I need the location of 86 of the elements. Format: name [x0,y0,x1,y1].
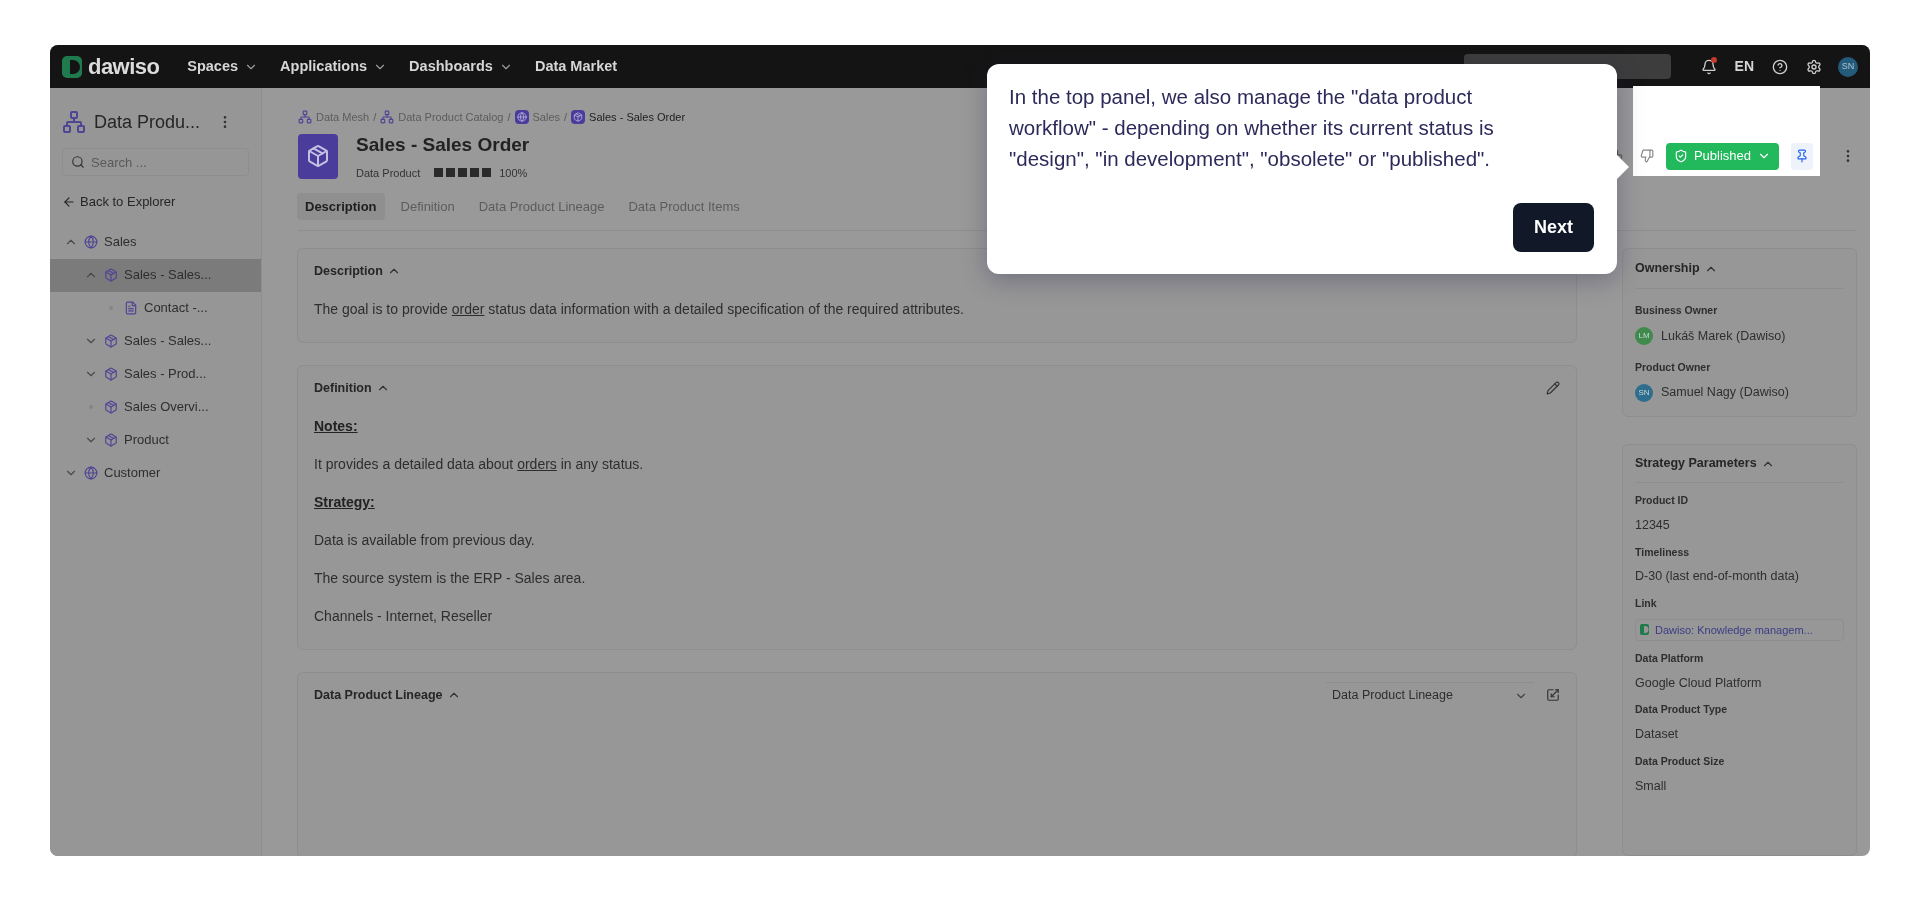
shield-check-icon [1673,149,1688,163]
breadcrumb-item[interactable]: Data Mesh [316,108,370,126]
paragraph-text: Data is available from previous day. [314,531,536,550]
section-heading: Notes: [314,417,359,436]
network-icon [298,110,312,124]
logo-text: dawiso [88,53,160,81]
status-button[interactable]: Published [1665,142,1779,170]
breadcrumb-separator: / [507,109,511,125]
pin-button[interactable] [1791,142,1813,170]
quality-meter [434,168,492,178]
link-text[interactable]: order [451,301,485,317]
field-value: Google Cloud Platform [1635,674,1763,692]
field-label: Product ID [1635,493,1690,508]
section-title: Data Product Lineage [314,686,443,704]
link-chip[interactable]: Dawiso: Knowledge managem... [1635,618,1844,641]
user-avatar[interactable]: SN [1838,56,1858,77]
help-icon[interactable] [1772,58,1788,75]
pin-icon [1795,149,1809,163]
field-label: Data Platform [1635,650,1705,666]
thumbs-down-icon[interactable] [1639,149,1654,163]
nav-menu[interactable]: Data Market [534,55,618,78]
package-icon [104,433,118,447]
nav-menu[interactable]: Applications [280,55,388,78]
paragraph-text: It provides a detailed data about orders in any status. [314,455,645,474]
field-label: Timeliness [1635,544,1691,560]
network-icon [62,110,86,134]
link-text[interactable]: orders [517,456,557,472]
logo-icon [1640,624,1649,636]
settings-icon[interactable] [1806,58,1822,75]
field-label: Business Owner [1635,303,1719,318]
globe-icon [84,466,98,480]
nav-menu[interactable]: Dashboards [409,55,513,78]
next-button[interactable]: Next [1513,203,1594,252]
owner-name: Samuel Nagy (Dawiso) [1661,384,1789,402]
breadcrumb-item[interactable]: Data Product Catalog [398,108,504,126]
package-icon [104,334,118,348]
quality-reading: 100% [499,165,528,181]
tab[interactable]: Definition [392,193,463,220]
view-select[interactable]: Data Product Lineage [1326,681,1534,709]
section-title: Description [314,262,383,280]
search-icon [71,155,85,169]
card-title: Ownership [1635,260,1700,278]
search-field[interactable]: Search ... [62,148,249,176]
edit-icon[interactable] [1546,381,1560,395]
paragraph-text: Channels - Internet, Reseller [314,607,494,626]
card-title: Strategy Parameters [1635,455,1757,473]
owner-avatar: LM [1635,327,1653,346]
breadcrumb-separator: / [564,109,568,125]
owner-name: Lukáš Marek (Dawiso) [1661,327,1786,345]
package-icon [104,400,118,414]
logo-icon [62,55,82,78]
paragraph-text: The goal is to provide order status data information with a detailed specification of the required attributes. [314,300,965,319]
field-label: Data Product Size [1635,753,1726,769]
breadcrumb-separator: / [373,109,377,125]
type-label: Data Product [356,165,421,181]
field-label: Link [1635,596,1658,611]
tab[interactable]: Data Product Items [620,193,748,220]
back-link[interactable]: Back to Explorer [50,192,261,212]
field-label: Product Owner [1635,359,1712,375]
sidebar-title: Data Produ... [94,110,201,134]
expand-icon[interactable] [1546,688,1560,702]
tab[interactable]: Data Product Lineage [470,193,613,220]
breadcrumb-item[interactable]: Sales [532,108,561,126]
language-selector[interactable]: EN [1734,56,1754,77]
globe-icon [84,235,98,249]
nav-menu[interactable]: Spaces [187,55,259,78]
section-title: Definition [314,379,372,397]
field-value: D-30 (last end-of-month data) [1635,568,1800,586]
field-value: Dataset [1635,726,1680,743]
section-heading: Strategy: [314,493,376,512]
tab[interactable]: Description [297,193,385,220]
bell-icon[interactable] [1700,58,1717,75]
field-value: 12345 [1635,516,1671,534]
package-icon [104,367,118,381]
page-title: Sales - Sales Order [356,133,530,157]
breadcrumb-item[interactable]: Sales - Sales Order [589,108,686,126]
owner-avatar: SN [1635,383,1653,402]
tooltip-text: In the top panel, we also manage the "data product workflow" - depending on whether its current status is "design", "in development", "obsolete" or "published". [1009,84,1495,172]
tree-item[interactable]: Sales - Sales... [50,258,261,292]
paragraph-text: The source system is the ERP - Sales area. [314,569,587,588]
network-icon [380,110,395,124]
field-value: Small [1635,777,1668,795]
product-icon [298,133,338,179]
package-icon [104,268,118,282]
field-label: Data Product Type [1635,702,1728,718]
document-icon [124,301,138,315]
